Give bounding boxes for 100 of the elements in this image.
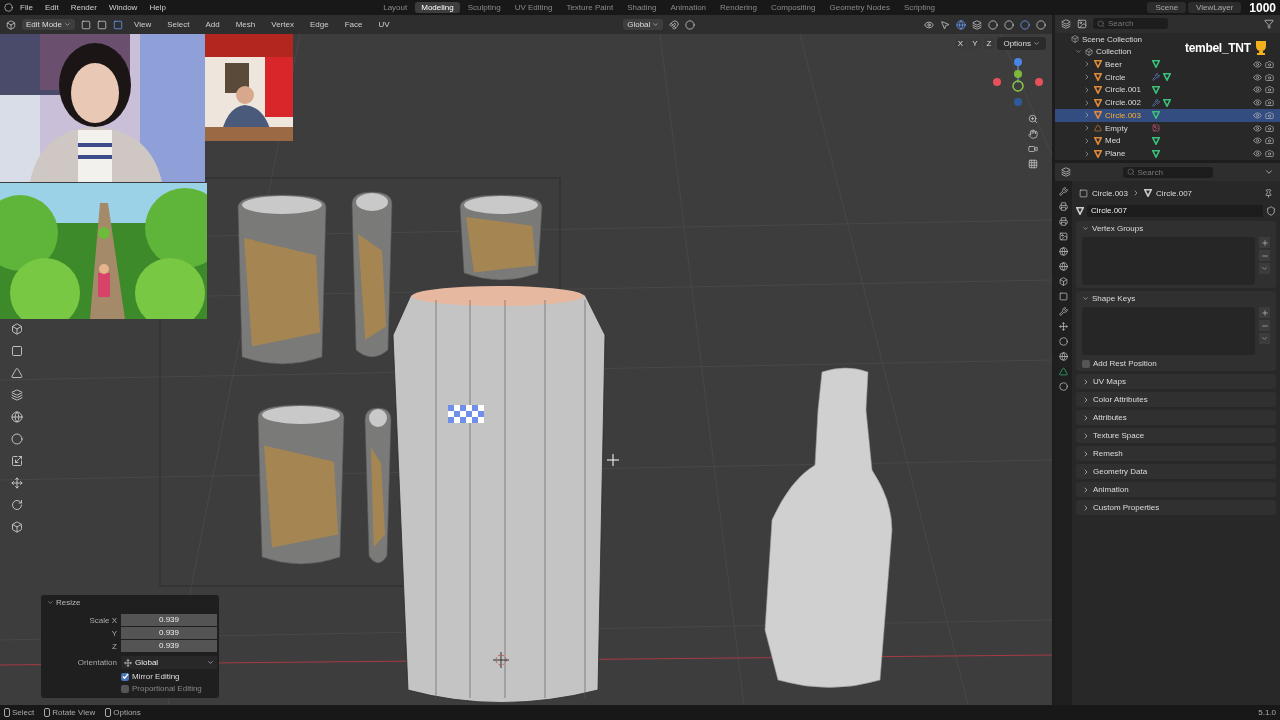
properties-editor-icon[interactable] [1061,167,1071,177]
circle-icon[interactable] [1059,337,1068,346]
workspace-tab[interactable]: Compositing [765,2,822,13]
layers-icon[interactable] [972,19,982,30]
options-dropdown[interactable]: Options [997,37,1046,50]
search-field[interactable]: Search [1093,18,1168,30]
outliner-row[interactable]: Beer [1055,58,1280,71]
menu-item[interactable]: Face [339,20,368,29]
rendered-shading-icon[interactable] [1036,19,1046,30]
workspace-tab[interactable]: UV Editing [508,2,559,13]
menu-item[interactable]: Window [103,3,143,12]
eye-icon[interactable] [1253,85,1262,95]
add-button[interactable] [1259,237,1270,248]
cube-icon[interactable] [10,520,23,533]
wireframe-shading-icon[interactable] [988,19,998,30]
menu-item[interactable]: View [129,20,157,29]
layers-icon[interactable] [10,388,23,401]
globe-icon[interactable] [10,410,23,423]
menu-item[interactable]: Select [162,20,195,29]
triangle-icon[interactable] [10,366,23,379]
camera-icon[interactable] [1265,59,1274,69]
breadcrumb-item[interactable]: Circle.007 [1156,188,1193,198]
checkbox[interactable]: Proportional Editing [121,684,217,693]
camera-icon[interactable] [1265,98,1274,108]
image-icon[interactable] [1059,232,1068,241]
workspace-tab[interactable]: Layout [377,2,414,13]
circle-icon[interactable] [1059,382,1068,391]
menu-item[interactable]: File [15,3,38,12]
navigation-gizmo[interactable] [993,58,1043,106]
expand-toggle[interactable] [1075,48,1082,56]
material-shading-icon[interactable] [1020,19,1030,30]
cube-icon[interactable] [10,322,23,335]
workspace-tab[interactable]: Sculpting [461,2,507,13]
view-layer-selector[interactable]: ViewLayer [1188,2,1242,13]
menu-item[interactable]: Mesh [230,20,261,29]
wrench-icon[interactable] [1059,307,1068,316]
number-field[interactable]: 0.939 [121,614,217,626]
workspace-tab[interactable]: Geometry Nodes [823,2,896,13]
printer-icon[interactable] [1059,202,1068,211]
axis-toggle[interactable]: Y [969,38,981,49]
outliner-row[interactable]: Circle.003 [1055,109,1280,122]
checkbox[interactable]: Add Rest Position [1082,359,1270,368]
solid-shading-icon[interactable] [1004,19,1014,30]
globe-icon[interactable] [1059,262,1068,271]
logo-icon[interactable] [4,3,13,12]
menu-item[interactable]: UV [373,20,395,29]
number-field[interactable]: 0.939 [121,640,217,652]
pin-icon[interactable] [1264,188,1273,198]
workspace-tab[interactable]: Rendering [714,2,763,13]
breadcrumb-item[interactable]: Circle.003 [1092,188,1128,198]
workspace-tab[interactable]: Animation [664,2,713,13]
checkbox[interactable]: Mirror Editing [121,672,217,681]
eye-icon[interactable] [1253,149,1262,159]
scale-icon[interactable] [10,454,23,467]
triangle-icon[interactable] [1059,367,1068,376]
magnet-icon[interactable] [669,19,680,30]
outliner-row[interactable]: Empty [1055,121,1280,135]
menu-item[interactable]: Render [65,3,102,12]
outliner-row[interactable]: Med [1055,134,1280,148]
panel-header[interactable]: Vertex Groups [1082,224,1270,233]
outliner-row[interactable]: Circle.002 [1055,96,1280,110]
square-icon[interactable] [1059,292,1068,301]
name-field[interactable]: Circle.007 [1087,205,1263,217]
outliner-editor-icon[interactable] [1061,18,1071,29]
camera-icon[interactable] [1265,110,1274,120]
camera-icon[interactable] [1265,123,1274,133]
eye-icon[interactable] [1253,98,1262,108]
dropdown-icon[interactable] [1264,167,1274,177]
workspace-tab[interactable]: Modeling [415,2,460,13]
move-icon[interactable] [1059,322,1068,331]
menu-item[interactable]: Help [144,3,171,12]
workspace-tab[interactable]: Texture Paint [560,2,620,13]
circle-icon[interactable] [685,19,696,30]
square-icon[interactable] [10,344,23,357]
eye-icon[interactable] [1253,110,1262,120]
filter-icon[interactable] [1264,18,1274,29]
outliner-row[interactable]: Plane [1055,147,1280,160]
menu-item[interactable]: Vertex [266,20,299,29]
orientation-dropdown[interactable]: Global [623,19,664,30]
number-field[interactable]: 0.939 [121,627,217,639]
camera-icon[interactable] [1265,85,1274,95]
tool-icon[interactable] [1059,187,1068,196]
mode-dropdown[interactable]: Edit Mode [22,19,76,30]
zoom-icon[interactable] [1028,114,1038,124]
eye-icon[interactable] [1253,59,1262,69]
scene-selector[interactable]: Scene [1147,2,1187,13]
move-icon[interactable] [10,476,23,489]
eye-icon[interactable] [1253,123,1262,133]
box-icon[interactable] [1059,277,1068,286]
cube-icon[interactable] [6,19,16,30]
vertex-mode-icon[interactable] [81,19,92,30]
camera-icon[interactable] [1265,149,1274,159]
menu-item[interactable]: Add [200,20,225,29]
axis-toggle[interactable]: Z [983,38,995,49]
rotate-icon[interactable] [10,498,23,511]
shield-icon[interactable] [1266,206,1276,216]
outliner-row[interactable]: Circle.001 [1055,83,1280,97]
display-mode-icon[interactable] [1077,18,1087,29]
orientation-dropdown[interactable]: Global [121,656,217,669]
grid-icon[interactable] [1028,159,1038,169]
